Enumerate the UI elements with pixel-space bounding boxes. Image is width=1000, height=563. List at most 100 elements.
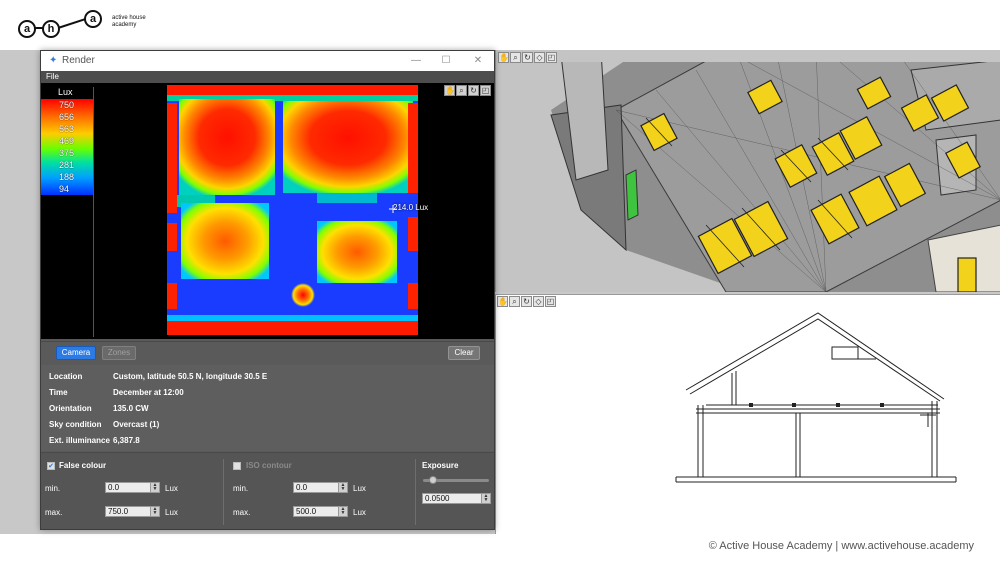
fit-icon[interactable]: ◰ [546,52,557,63]
info-key: Sky condition [49,420,102,429]
spinner-arrows-icon[interactable]: ▲ ▼ [150,483,159,492]
false-colour-max-input[interactable]: 750.0 ▲ ▼ [105,506,160,517]
logo-letter-a2: a [84,10,102,28]
orbit-icon[interactable]: ↻ [468,85,479,96]
render-canvas[interactable]: Lux 750 656 563 469 375 281 188 94 214.0… [41,83,494,339]
top-view-toolbar: ✋ ⌕ ↻ ◇ ◰ [498,52,557,63]
false-colour-min-value: 0.0 [108,483,120,492]
close-button[interactable]: ✕ [471,54,485,68]
exposure-slider[interactable] [423,476,489,484]
iso-contour-max-label: max. [233,508,251,517]
logo-text-line: active house [112,15,146,21]
logo-letter-h: h [42,20,60,38]
section-view[interactable] [495,294,1000,534]
copyright-footer: © Active House Academy | www.activehouse… [708,540,974,552]
house-section-drawing [496,295,1000,534]
maximize-button[interactable]: ☐ [439,54,453,68]
info-value: December at 12:00 [113,388,184,397]
info-row-time: Time December at 12:00 [49,387,184,399]
logo-letter-a: a [18,20,36,38]
info-key: Time [49,388,68,397]
info-value: 6,387.8 [113,436,140,445]
spinner-arrows-icon[interactable]: ▲ ▼ [338,507,347,516]
clear-button[interactable]: Clear [448,346,480,360]
false-colour-max-value: 750.0 [108,507,129,516]
info-value: 135.0 CW [113,404,149,413]
false-colour-min-input[interactable]: 0.0 ▲ ▼ [105,482,160,493]
menu-file[interactable]: File [46,71,59,83]
logo-text: active house academy [112,15,172,29]
fit-icon[interactable]: ◰ [545,296,556,307]
info-key: Orientation [49,404,92,413]
info-row-location: Location Custom, latitude 50.5 N, longitu… [49,371,267,383]
iso-contour-max-input[interactable]: 500.0 ▲ ▼ [293,506,348,517]
zoom-icon[interactable]: ⌕ [510,52,521,63]
zones-button[interactable]: Zones [102,346,136,360]
legend-value: 281 [59,160,75,170]
window-title: Render [62,55,95,66]
spinner-arrows-icon[interactable]: ▲ ▼ [481,494,490,503]
zoom-icon[interactable]: ⌕ [456,85,467,96]
cube-icon[interactable]: ◇ [534,52,545,63]
iso-contour-min-label: min. [233,484,249,493]
roof-model [496,50,1000,292]
spinner-arrows-icon[interactable]: ▲ ▼ [338,483,347,492]
iso-contour-min-input[interactable]: 0.0 ▲ ▼ [293,482,348,493]
menu-bar: File [41,71,494,83]
cube-icon[interactable]: ◇ [533,296,544,307]
view-mode-bar: Camera Zones Clear [41,341,494,365]
illuminance-heatmap [167,85,418,335]
orbit-icon[interactable]: ↻ [521,296,532,307]
legend-value: 563 [59,124,75,134]
render-info-panel: Location Custom, latitude 50.5 N, longitu… [41,365,494,451]
legend-value: 469 [59,136,75,146]
hand-icon[interactable]: ✋ [498,52,509,63]
orbit-icon[interactable]: ↻ [522,52,533,63]
exposure-label: Exposure [422,461,459,470]
lux-legend: Lux 750 656 563 469 375 281 188 94 [41,87,93,197]
iso-contour-max-value: 500.0 [296,507,317,516]
screen: a h a active house academy ✋ ⌕ ↻ ◇ ◰ ✋ ⌕… [0,0,1000,563]
exposure-slider-handle[interactable] [428,476,437,484]
legend-value: 188 [59,172,75,182]
false-colour-min-label: min. [45,484,61,493]
perspective-view[interactable]: ✋ ⌕ ↻ ◇ ◰ [495,50,1000,292]
false-colour-min-unit: Lux [165,484,178,493]
legend-value: 94 [59,184,70,194]
fit-icon[interactable]: ◰ [480,85,491,96]
iso-contour-label: ISO contour [246,461,292,470]
legend-value: 375 [59,148,75,158]
info-key: Location [49,372,83,381]
iso-contour-max-unit: Lux [353,508,366,517]
minimize-button[interactable]: — [409,54,423,68]
legend-divider [93,87,94,337]
probe-lux-label: 214.0 Lux [393,203,429,212]
false-colour-checkbox[interactable]: ✔ [47,462,55,470]
exposure-input[interactable]: 0.0500 ▲ ▼ [422,493,491,504]
bottom-view-toolbar: ✋ ⌕ ↻ ◇ ◰ [497,296,556,307]
iso-contour-min-unit: Lux [353,484,366,493]
hand-icon[interactable]: ✋ [444,85,455,96]
window-titlebar[interactable]: ✦ Render — ☐ ✕ [41,51,494,71]
false-colour-label: False colour [59,461,107,470]
panel-divider [415,459,416,525]
iso-contour-checkbox[interactable] [233,462,241,470]
logo-text-line: academy [112,22,137,28]
exposure-value: 0.0500 [425,494,450,503]
info-row-orientation: Orientation 135.0 CW [49,403,149,415]
camera-button[interactable]: Camera [56,346,96,360]
iso-contour-min-value: 0.0 [296,483,308,492]
info-row-sky-condition: Sky condition Overcast (1) [49,419,159,431]
panel-divider [223,459,224,525]
false-colour-max-label: max. [45,508,63,517]
info-value: Custom, latitude 50.5 N, longitude 30.5 … [113,372,268,381]
zoom-icon[interactable]: ⌕ [509,296,520,307]
display-settings-panel: ✔ False colour min. 0.0 ▲ ▼ Lux max. 750.… [41,452,494,529]
legend-title: Lux [58,87,73,97]
spinner-arrows-icon[interactable]: ▲ ▼ [150,507,159,516]
render-app-icon: ✦ [49,55,58,66]
logo-connector [57,18,85,29]
legend-value: 656 [59,112,75,122]
hand-icon[interactable]: ✋ [497,296,508,307]
logo: a h a active house academy [14,10,214,46]
